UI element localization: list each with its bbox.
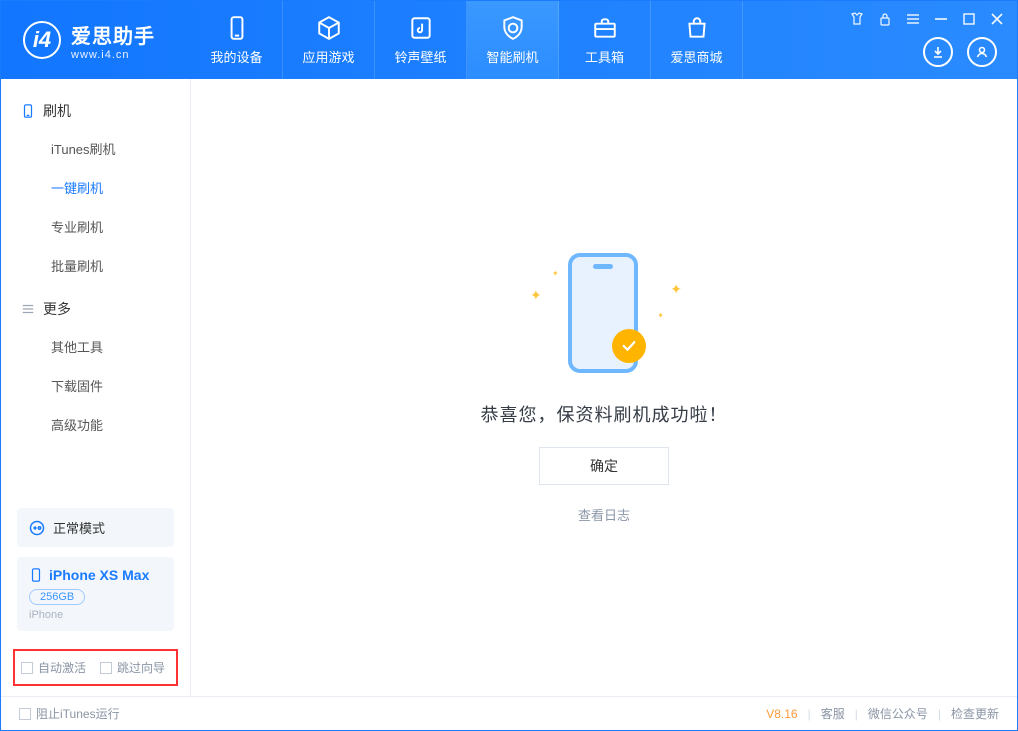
sidebar: 刷机 iTunes刷机 一键刷机 专业刷机 批量刷机 更多 其他工具 下载固件 … (1, 79, 191, 696)
shield-icon (500, 15, 526, 41)
view-log-link[interactable]: 查看日志 (578, 505, 630, 524)
logo-icon: i4 (23, 21, 61, 59)
device-capacity: 256GB (29, 589, 85, 605)
link-wechat[interactable]: 微信公众号 (868, 705, 928, 722)
mode-label: 正常模式 (53, 518, 105, 537)
app-site: www.i4.cn (71, 49, 155, 61)
titlebar: i4 爱思助手 www.i4.cn 我的设备 应用游戏 铃声壁纸 智能刷机 (1, 1, 1017, 79)
shirt-icon[interactable] (849, 11, 865, 27)
statusbar: 阻止iTunes运行 V8.16 | 客服 | 微信公众号 | 检查更新 (1, 696, 1017, 730)
sidebar-item-other-tools[interactable]: 其他工具 (1, 327, 190, 366)
sync-icon (29, 520, 45, 536)
main-content: ✦ ✦ ✦ ✦ 恭喜您，保资料刷机成功啦！ 确定 查看日志 (191, 79, 1017, 696)
version-label: V8.16 (766, 707, 797, 721)
app-title: 爱思助手 (71, 20, 155, 49)
success-illustration: ✦ ✦ ✦ ✦ (504, 251, 704, 381)
maximize-icon[interactable] (961, 11, 977, 27)
toolbox-icon (592, 15, 618, 41)
checkbox-block-itunes[interactable]: 阻止iTunes运行 (19, 705, 120, 722)
phone-icon (29, 568, 43, 582)
lock-icon[interactable] (877, 11, 893, 27)
sidebar-item-oneclick-flash[interactable]: 一键刷机 (1, 168, 190, 207)
sidebar-item-pro-flash[interactable]: 专业刷机 (1, 207, 190, 246)
options-box: 自动激活 跳过向导 (13, 649, 178, 686)
nav-tabs: 我的设备 应用游戏 铃声壁纸 智能刷机 工具箱 爱思商城 (191, 1, 743, 79)
sidebar-group-more: 更多 (1, 291, 190, 327)
device-icon (224, 15, 250, 41)
tab-mydevice[interactable]: 我的设备 (191, 1, 283, 79)
ok-button[interactable]: 确定 (539, 447, 669, 485)
sidebar-item-download-firmware[interactable]: 下载固件 (1, 366, 190, 405)
group-title: 刷机 (43, 101, 71, 121)
music-icon (408, 15, 434, 41)
user-button[interactable] (967, 37, 997, 67)
checkbox-skip-guide[interactable]: 跳过向导 (100, 659, 165, 676)
success-message: 恭喜您，保资料刷机成功啦！ (481, 401, 728, 427)
tab-label: 应用游戏 (302, 47, 354, 66)
phone-icon (21, 104, 35, 118)
tab-shop[interactable]: 爱思商城 (651, 1, 743, 79)
device-type: iPhone (29, 609, 162, 621)
tab-ringtones[interactable]: 铃声壁纸 (375, 1, 467, 79)
sidebar-item-batch-flash[interactable]: 批量刷机 (1, 246, 190, 285)
checkmark-icon (612, 329, 646, 363)
logo-area: i4 爱思助手 www.i4.cn (1, 1, 191, 79)
menu-icon[interactable] (905, 11, 921, 27)
device-card[interactable]: iPhone XS Max 256GB iPhone (17, 557, 174, 631)
window-controls (849, 11, 1005, 27)
group-title: 更多 (43, 299, 71, 319)
sidebar-item-advanced[interactable]: 高级功能 (1, 405, 190, 444)
checkbox-auto-activate[interactable]: 自动激活 (21, 659, 86, 676)
bag-icon (684, 15, 710, 41)
tab-label: 智能刷机 (486, 47, 538, 66)
tab-label: 工具箱 (585, 47, 624, 66)
tab-apps[interactable]: 应用游戏 (283, 1, 375, 79)
minimize-icon[interactable] (933, 11, 949, 27)
body: 刷机 iTunes刷机 一键刷机 专业刷机 批量刷机 更多 其他工具 下载固件 … (1, 79, 1017, 696)
sidebar-item-itunes-flash[interactable]: iTunes刷机 (1, 129, 190, 168)
tab-label: 爱思商城 (670, 47, 722, 66)
link-update[interactable]: 检查更新 (951, 705, 999, 722)
close-icon[interactable] (989, 11, 1005, 27)
list-icon (21, 302, 35, 316)
tab-label: 我的设备 (210, 47, 262, 66)
device-name: iPhone XS Max (49, 567, 149, 583)
tab-toolbox[interactable]: 工具箱 (559, 1, 651, 79)
tab-label: 铃声壁纸 (394, 47, 446, 66)
app-window: i4 爱思助手 www.i4.cn 我的设备 应用游戏 铃声壁纸 智能刷机 (0, 0, 1018, 731)
sidebar-group-flash: 刷机 (1, 93, 190, 129)
cube-icon (316, 15, 342, 41)
result-panel: ✦ ✦ ✦ ✦ 恭喜您，保资料刷机成功啦！ 确定 查看日志 (481, 251, 728, 524)
link-support[interactable]: 客服 (821, 705, 845, 722)
tab-flash[interactable]: 智能刷机 (467, 1, 559, 79)
mode-card[interactable]: 正常模式 (17, 508, 174, 547)
download-button[interactable] (923, 37, 953, 67)
